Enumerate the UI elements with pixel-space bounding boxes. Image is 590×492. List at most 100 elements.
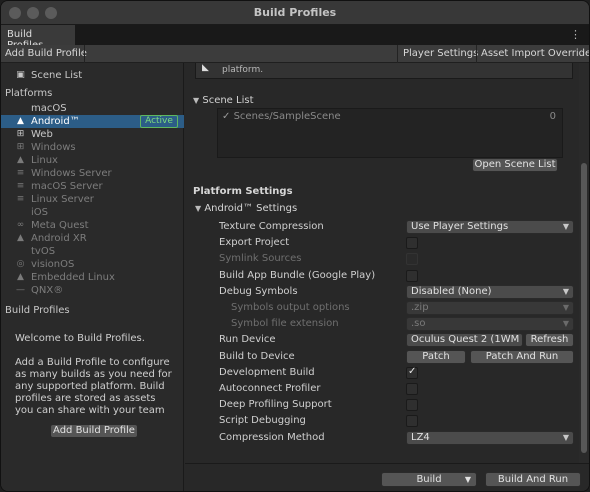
refresh-button[interactable]: Refresh <box>525 333 574 348</box>
dropdown-arrow-icon: ▼ <box>562 222 569 231</box>
sidebar-item-platform[interactable]: ≡ macOS Server <box>1 180 184 193</box>
setting-label: Build App Bundle (Google Play) <box>219 269 376 281</box>
scene-list-box: ✓ Scenes/SampleScene 0 <box>217 108 563 158</box>
setting-row: Symbols output options .zip ▼ <box>185 301 581 316</box>
sidebar-item-platform[interactable]: ▲ Embedded Linux <box>1 271 184 284</box>
checkmark-icon: ✓ <box>408 365 417 377</box>
sidebar-item-label: tvOS <box>31 246 56 257</box>
setting-label: Compression Method <box>219 431 325 443</box>
setting-checkbox[interactable] <box>406 383 418 395</box>
setting-row: Export Project <box>185 236 581 251</box>
setting-checkbox[interactable] <box>406 237 418 250</box>
scrollbar-thumb[interactable] <box>581 163 587 453</box>
setting-checkbox[interactable] <box>406 269 418 282</box>
patch-button[interactable]: Patch <box>406 349 466 364</box>
add-build-profile-button[interactable]: Add Build Profile <box>50 424 138 438</box>
sidebar-item-platform[interactable]: ▲ Linux <box>1 154 184 167</box>
windows-icon: ⊞ <box>16 142 25 152</box>
sidebar-item-label: Windows Server <box>31 168 112 179</box>
sidebar-item-label: macOS Server <box>31 181 103 192</box>
run-device-dropdown[interactable]: Oculus Quest 2 (1WM <box>406 333 523 348</box>
android-settings-title: Android™ Settings <box>204 203 298 214</box>
sidebar-item-label: Android XR <box>31 233 87 244</box>
sidebar: ▣ Scene List Platforms macOS ▲ Android™ Act… <box>1 63 184 491</box>
dropdown-value: .so <box>411 318 426 330</box>
setting-dropdown[interactable]: LZ4 ▼ <box>406 430 574 445</box>
player-settings-button[interactable]: Player Settings <box>399 45 482 63</box>
tab-build-profiles[interactable]: Build Profiles <box>1 25 75 51</box>
sidebar-item-platform[interactable]: tvOS <box>1 245 184 258</box>
setting-row: Compression Method LZ4 ▼ <box>185 430 581 446</box>
sidebar-item-platform[interactable]: macOS <box>1 102 184 115</box>
android-settings-foldout[interactable]: ▼ Android™ Settings <box>195 203 297 214</box>
sidebar-item-label: Meta Quest <box>31 220 89 231</box>
linux-icon: ▲ <box>17 272 24 282</box>
setting-row: Texture Compression Use Player Settings ▼ <box>185 220 581 235</box>
setting-dropdown[interactable]: Use Player Settings ▼ <box>406 220 574 234</box>
setting-label: Symbol file extension <box>231 318 339 330</box>
build-button[interactable]: Build ▼ <box>381 472 477 487</box>
kebab-menu-icon[interactable]: ⋮ <box>570 28 581 41</box>
welcome-body: Add a Build Profile to configure as many… <box>15 357 172 416</box>
build-and-run-button[interactable]: Build And Run <box>485 472 581 487</box>
sidebar-item-platform[interactable]: ▲ Android™ Active <box>1 115 184 128</box>
tab-strip: Build Profiles ⋮ <box>1 25 589 51</box>
setting-checkbox[interactable] <box>406 399 418 412</box>
asset-import-overrides-button[interactable]: Asset Import Overrides <box>477 45 589 63</box>
setting-checkbox[interactable] <box>406 415 418 428</box>
dropdown-value: Disabled (None) <box>411 285 492 297</box>
dropdown-arrow-icon: ▼ <box>562 432 569 442</box>
apple-icon <box>15 246 26 257</box>
setting-row: Symlink Sources <box>185 252 581 267</box>
foldout-arrow-icon: ▼ <box>195 204 202 213</box>
scene-entry[interactable]: ✓ Scenes/SampleScene <box>222 111 341 122</box>
setting-row: Development Build ✓ <box>185 366 581 381</box>
active-badge: Active <box>140 115 178 128</box>
setting-label: Symbols output options <box>231 302 350 313</box>
window-title: Build Profiles <box>253 6 337 19</box>
sidebar-item-platform[interactable]: ◎ visionOS <box>1 258 184 271</box>
sidebar-item-platform[interactable]: ▲ Android XR <box>1 232 184 245</box>
dropdown-arrow-icon: ▼ <box>562 319 569 329</box>
scene-name: Scenes/SampleScene <box>233 111 341 122</box>
sidebar-item-platform[interactable]: ≡ Linux Server <box>1 193 184 206</box>
platform-settings-title: Platform Settings <box>193 186 293 197</box>
server-icon: ≡ <box>16 194 25 204</box>
setting-dropdown: .so ▼ <box>406 317 574 332</box>
patch-and-run-button[interactable]: Patch And Run <box>470 349 574 364</box>
setting-label: Run Device <box>219 334 276 346</box>
sidebar-item-platform[interactable]: iOS <box>1 206 184 219</box>
dropdown-arrow-icon: ▼ <box>562 286 569 296</box>
checkmark-icon[interactable]: ✓ <box>222 111 230 122</box>
scene-list-icon: ▣ <box>16 70 25 80</box>
setting-dropdown[interactable]: Disabled (None) ▼ <box>406 284 574 299</box>
sidebar-item-platform[interactable]: ⊞ Web <box>1 128 184 141</box>
sidebar-item-platform[interactable]: ∞ Meta Quest <box>1 219 184 232</box>
sidebar-item-scene-list[interactable]: ▣ Scene List <box>1 69 184 82</box>
setting-checkbox[interactable]: ✓ <box>406 365 418 379</box>
sidebar-item-label: visionOS <box>31 259 75 270</box>
setting-row: Symbol file extension .so ▼ <box>185 317 581 332</box>
sidebar-item-label: macOS <box>31 103 67 114</box>
sidebar-item-platform[interactable]: — QNX® <box>1 284 184 297</box>
scene-list-title: Scene List <box>202 95 254 106</box>
scrollbar[interactable] <box>579 63 589 463</box>
toolbar: Add Build Profile Player Settings Asset … <box>1 45 589 63</box>
server-icon: ≡ <box>16 181 25 191</box>
sidebar-item-label: Embedded Linux <box>31 272 115 283</box>
bottom-bar: Build ▼ Build And Run <box>185 463 589 491</box>
open-scene-list-button[interactable]: Open Scene List <box>472 158 558 172</box>
dropdown-value: Oculus Quest 2 (1WM <box>411 334 520 346</box>
setting-label: Symlink Sources <box>219 253 302 265</box>
sidebar-item-label: Linux Server <box>31 194 94 205</box>
sidebar-item-platform[interactable]: ≡ Windows Server <box>1 167 184 180</box>
vision-icon: ◎ <box>16 259 25 269</box>
build-profiles-window: Build Profiles Build Profiles ⋮ Add Buil… <box>0 0 590 492</box>
dropdown-arrow-icon[interactable]: ▼ <box>465 473 471 486</box>
setting-row: Debug Symbols Disabled (None) ▼ <box>185 284 581 300</box>
scene-list-foldout[interactable]: ▼ Scene List <box>193 95 254 106</box>
platform-info-icon: ◣ <box>202 63 209 73</box>
add-build-profile-toolbar-button[interactable]: Add Build Profile <box>1 45 91 63</box>
sidebar-item-platform[interactable]: ⊞ Windows <box>1 141 184 154</box>
web-icon: ⊞ <box>16 129 25 139</box>
